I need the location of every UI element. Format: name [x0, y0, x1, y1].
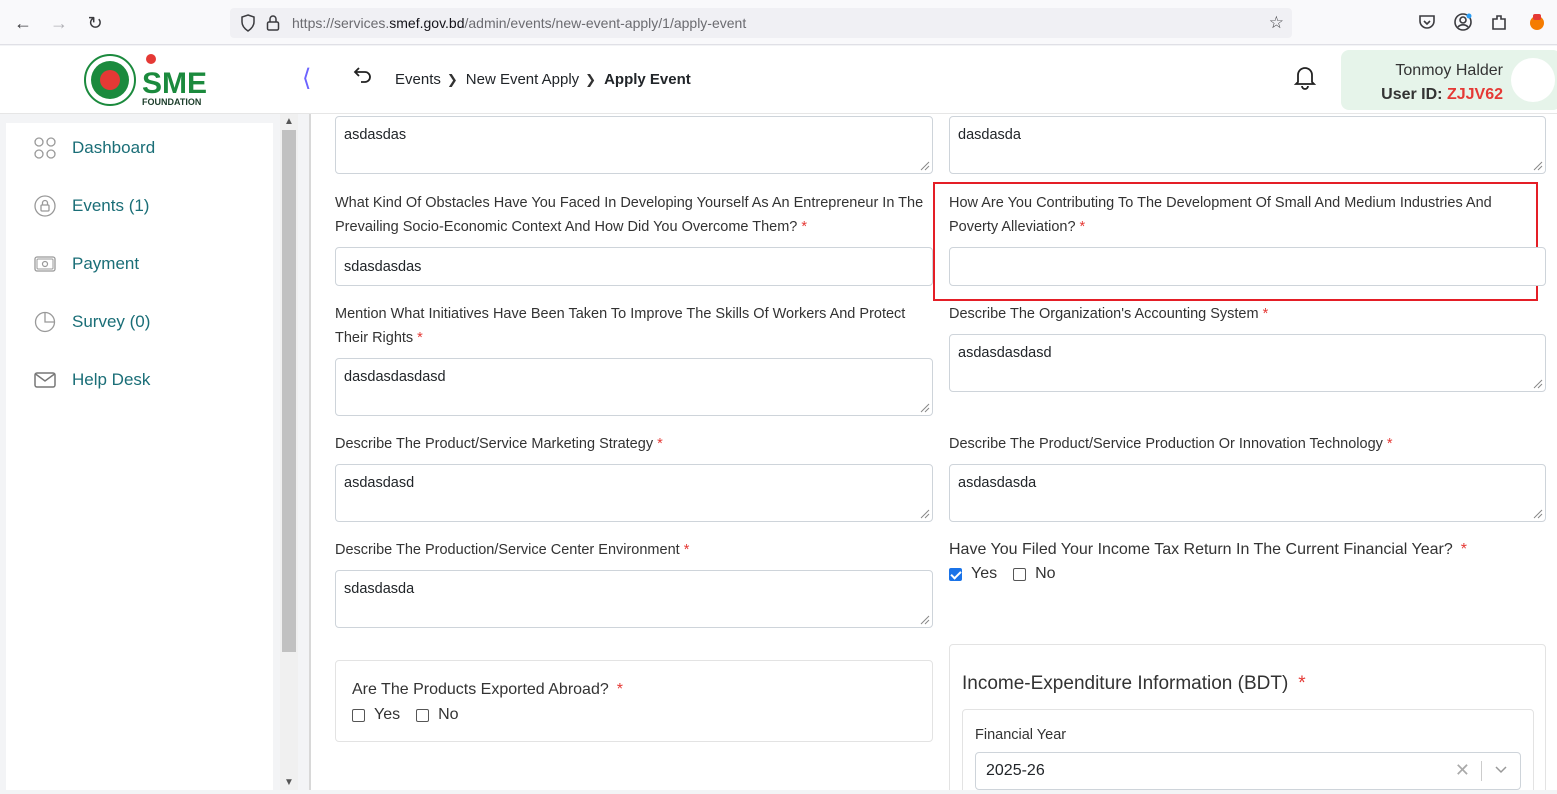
extensions-icon[interactable] [1489, 12, 1509, 32]
income-expenditure-card: Income-Expenditure Information (BDT) * Fi… [949, 644, 1546, 790]
marketing-label: Describe The Product/Service Marketing S… [335, 436, 663, 452]
select-divider [1481, 761, 1482, 781]
scroll-up-icon[interactable]: ▲ [284, 116, 294, 127]
resize-grip-icon[interactable] [1531, 377, 1543, 389]
accounting-label: Describe The Organization's Accounting S… [949, 306, 1269, 322]
resize-grip-icon[interactable] [1531, 507, 1543, 519]
resize-grip-icon[interactable] [918, 613, 930, 625]
lock-icon [266, 15, 280, 31]
export-yes-checkbox[interactable] [352, 708, 365, 722]
breadcrumb-new-event-apply[interactable]: New Event Apply [466, 71, 579, 88]
initiatives-label: Mention What Initiatives Have Been Taken… [335, 306, 906, 346]
income-tax-options: Yes No [949, 565, 1072, 583]
resize-grip-icon[interactable] [1531, 159, 1543, 171]
production-tech-textarea[interactable]: asdasdasda [949, 464, 1546, 522]
sidebar-scrollbar[interactable]: ▲ ▼ [280, 114, 298, 790]
address-bar[interactable]: https://services.smef.gov.bd/admin/event… [230, 8, 1292, 38]
sidebar: Dashboard Events (1) Payment Survey (0) … [6, 123, 273, 790]
chevron-right-icon: ❯ [585, 71, 597, 87]
lock-circle-icon [34, 195, 56, 217]
grid-icon [34, 137, 56, 159]
account-icon[interactable] [1453, 12, 1473, 32]
url-text: https://services.smef.gov.bd/admin/event… [292, 15, 747, 31]
browser-toolbar: ← → ↻ https://services.smef.gov.bd/admin… [0, 0, 1557, 45]
avatar[interactable] [1511, 58, 1555, 102]
sidebar-item-payment[interactable]: Payment [6, 244, 273, 284]
back-icon[interactable]: ← [12, 12, 34, 34]
clear-icon[interactable]: ✕ [1455, 760, 1470, 781]
app-header: SME FOUNDATION ⟨ Events ❯ New Event Appl… [0, 46, 1557, 114]
chevron-down-icon[interactable] [1494, 762, 1508, 776]
sidebar-item-events[interactable]: Events (1) [6, 186, 273, 226]
contributing-input[interactable] [949, 247, 1546, 286]
financial-year-select[interactable]: 2025-26 ✕ [975, 752, 1521, 790]
environment-textarea[interactable]: sdasdasda [335, 570, 933, 628]
reload-icon[interactable]: ↻ [84, 12, 106, 34]
sme-foundation-logo: SME FOUNDATION [84, 54, 207, 107]
financial-year-panel: Financial Year 2025-26 ✕ [962, 709, 1534, 790]
resize-grip-icon[interactable] [918, 401, 930, 413]
export-label: Are The Products Exported Abroad? * [352, 681, 623, 698]
environment-label: Describe The Production/Service Center E… [335, 542, 690, 558]
marketing-textarea[interactable]: asdasdasd [335, 464, 933, 522]
contributing-label: How Are You Contributing To The Developm… [949, 195, 1492, 235]
chevron-right-icon: ❯ [446, 71, 458, 87]
user-name: Tonmoy Halder [1395, 62, 1503, 79]
user-id: User ID: ZJJV62 [1381, 86, 1503, 103]
extension-fox-icon[interactable] [1527, 12, 1547, 32]
income-tax-label: Have You Filed Your Income Tax Return In… [949, 541, 1467, 558]
breadcrumb-apply-event: Apply Event [604, 71, 691, 88]
svg-text:SME: SME [142, 67, 207, 100]
income-tax-no-checkbox[interactable] [1013, 567, 1027, 581]
financial-year-value: 2025-26 [986, 762, 1045, 779]
shield-icon [241, 14, 255, 32]
mail-icon [34, 372, 56, 388]
resize-grip-icon[interactable] [918, 507, 930, 519]
back-arrow-icon[interactable] [352, 64, 374, 86]
obstacles-input[interactable]: sdasdasdas [335, 247, 933, 286]
breadcrumb-events[interactable]: Events [395, 71, 441, 88]
export-options: Yes No [352, 706, 475, 724]
income-section-title: Income-Expenditure Information (BDT) * [962, 673, 1306, 694]
bookmark-star-icon[interactable]: ☆ [1269, 13, 1284, 33]
pie-chart-icon [34, 311, 56, 333]
svg-text:FOUNDATION: FOUNDATION [142, 97, 201, 107]
user-card[interactable]: Tonmoy Halder User ID: ZJJV62 [1341, 50, 1557, 110]
initiatives-textarea[interactable]: dasdasdasdasd [335, 358, 933, 416]
export-card: Are The Products Exported Abroad? * Yes N… [335, 660, 933, 742]
financial-year-label: Financial Year [975, 727, 1067, 743]
accounting-textarea[interactable]: asdasdasdasd [949, 334, 1546, 392]
notification-bell-icon[interactable] [1293, 64, 1317, 90]
top-left-textarea[interactable]: asdasdas [335, 116, 933, 174]
top-right-textarea[interactable]: dasdasda [949, 116, 1546, 174]
export-no-checkbox[interactable] [416, 708, 430, 722]
scroll-thumb[interactable] [282, 130, 296, 652]
payment-icon [34, 256, 56, 272]
production-tech-label: Describe The Product/Service Production … [949, 436, 1393, 452]
sidebar-item-dashboard[interactable]: Dashboard [6, 128, 273, 168]
sidebar-item-help-desk[interactable]: Help Desk [6, 360, 273, 400]
income-tax-yes-checkbox[interactable] [949, 567, 962, 581]
sidebar-item-survey[interactable]: Survey (0) [6, 302, 273, 342]
scroll-down-icon[interactable]: ▼ [284, 777, 294, 788]
resize-grip-icon[interactable] [918, 159, 930, 171]
breadcrumb: Events ❯ New Event Apply ❯ Apply Event [395, 71, 691, 88]
forward-icon[interactable]: → [48, 12, 70, 34]
obstacles-label: What Kind Of Obstacles Have You Faced In… [335, 195, 924, 235]
pocket-icon[interactable] [1417, 12, 1437, 32]
apply-event-form: asdasdas dasdasda What Kind Of Obstacles… [311, 114, 1557, 790]
sidebar-collapse-chevron-icon[interactable]: ⟨ [302, 64, 311, 93]
